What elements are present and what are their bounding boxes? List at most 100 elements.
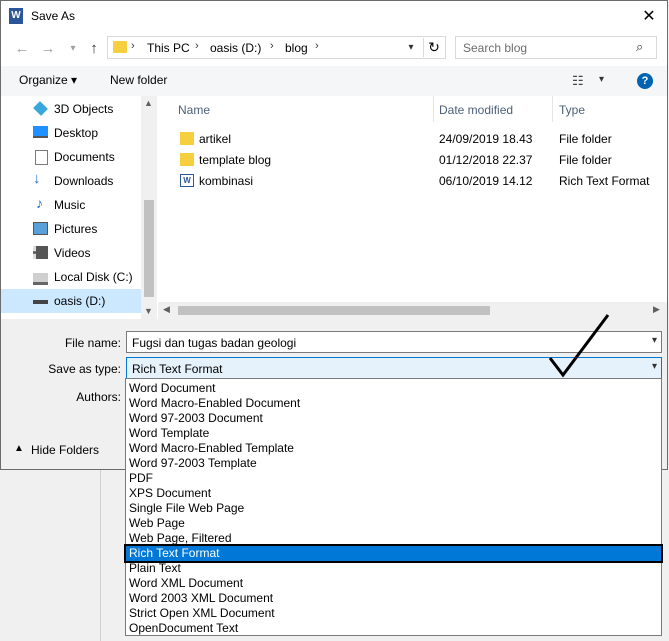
- desktop-icon: [33, 126, 48, 138]
- file-row[interactable]: W kombinasi 06/10/2019 14.12 Rich Text F…: [158, 170, 667, 191]
- scroll-right-icon[interactable]: ▶: [653, 304, 660, 315]
- sidebar-item-label: Documents: [54, 150, 115, 164]
- sidebar-item-label: Desktop: [54, 126, 99, 140]
- folder-icon: [113, 41, 127, 53]
- sidebar-item-label: Music: [54, 198, 86, 212]
- chevron-right-icon[interactable]: ›: [131, 40, 135, 52]
- chevron-down-icon[interactable]: ▾: [652, 335, 657, 346]
- file-row[interactable]: artikel 24/09/2019 18.43 File folder: [158, 128, 667, 149]
- chevron-right-icon[interactable]: ›: [315, 40, 319, 52]
- cube-icon: [33, 101, 48, 116]
- save-type-option-selected[interactable]: Rich Text Format: [124, 544, 663, 563]
- view-options-icon[interactable]: ☷: [572, 73, 584, 89]
- breadcrumb-blog[interactable]: blog: [285, 41, 308, 55]
- save-type-option[interactable]: Web Page: [126, 516, 661, 531]
- file-row[interactable]: template blog 01/12/2018 22.37 File fold…: [158, 149, 667, 170]
- word-doc-icon: W: [180, 174, 194, 187]
- sidebar-item-downloads[interactable]: ↓ Downloads: [1, 169, 141, 193]
- sidebar-item-label: Downloads: [54, 174, 114, 188]
- save-type-option[interactable]: OpenDocument Text: [126, 621, 661, 636]
- file-name: kombinasi: [199, 174, 254, 188]
- breadcrumb-this-pc[interactable]: This PC: [147, 41, 190, 55]
- file-type: Rich Text Format: [559, 174, 650, 188]
- save-type-value: Rich Text Format: [132, 362, 223, 376]
- scroll-down-icon[interactable]: ▼: [144, 306, 153, 316]
- scroll-up-icon[interactable]: ▲: [144, 98, 153, 108]
- save-type-option[interactable]: Web Page, Filtered: [126, 531, 661, 546]
- chevron-right-icon[interactable]: ›: [270, 40, 274, 52]
- background-divider: [100, 470, 101, 641]
- file-name-label: File name:: [64, 336, 121, 350]
- file-date: 06/10/2019 14.12: [439, 174, 533, 188]
- sidebar-item-label: oasis (D:): [54, 294, 106, 308]
- file-date: 01/12/2018 22.37: [439, 153, 533, 167]
- save-type-option[interactable]: XPS Document: [126, 486, 661, 501]
- search-icon[interactable]: ⌕: [636, 39, 643, 55]
- disk-icon: [33, 273, 48, 285]
- organize-button[interactable]: Organize ▾: [19, 73, 77, 87]
- save-type-label: Save as type:: [48, 362, 121, 376]
- sidebar-item-documents[interactable]: Documents: [1, 145, 141, 169]
- sidebar-item-3d-objects[interactable]: 3D Objects: [1, 97, 141, 121]
- search-placeholder: Search blog: [463, 41, 528, 55]
- address-bar[interactable]: › This PC › oasis (D:) › blog › ▾ ↻: [107, 36, 446, 59]
- dialog-title: Save As: [31, 9, 76, 23]
- authors-label: Authors:: [76, 390, 121, 404]
- file-list-scrollbar-thumb[interactable]: [178, 306, 490, 315]
- back-arrow-icon[interactable]: ←: [11, 39, 33, 59]
- save-type-option[interactable]: Plain Text: [126, 561, 661, 576]
- recent-locations-icon[interactable]: ▾: [62, 39, 84, 59]
- sidebar-item-pictures[interactable]: Pictures: [1, 217, 141, 241]
- documents-icon: [35, 150, 48, 165]
- file-name: template blog: [199, 153, 272, 167]
- save-type-option[interactable]: Word XML Document: [126, 576, 661, 591]
- sidebar-item-oasis[interactable]: oasis (D:): [1, 289, 141, 313]
- up-arrow-icon[interactable]: ↑: [83, 39, 105, 59]
- hide-folders-button[interactable]: Hide Folders: [31, 443, 99, 457]
- column-header-date[interactable]: Date modified: [439, 103, 513, 117]
- save-type-option[interactable]: Word Template: [126, 426, 661, 441]
- file-type: File folder: [559, 153, 612, 167]
- refresh-icon[interactable]: ↻: [423, 38, 444, 57]
- sidebar-item-desktop[interactable]: Desktop: [1, 121, 141, 145]
- toolbar: Organize ▾ New folder ☷ ▾: [1, 66, 667, 96]
- sidebar-item-music[interactable]: ♪ Music: [1, 193, 141, 217]
- sidebar-item-label: Pictures: [54, 222, 98, 236]
- sidebar-item-videos[interactable]: Videos: [1, 241, 141, 265]
- save-type-option[interactable]: Word Macro-Enabled Template: [126, 441, 661, 456]
- forward-arrow-icon[interactable]: →: [37, 39, 59, 59]
- file-name: artikel: [199, 132, 232, 146]
- search-input[interactable]: Search blog ⌕: [455, 36, 657, 59]
- chevron-up-icon[interactable]: ▲: [14, 443, 24, 454]
- chevron-right-icon[interactable]: ›: [195, 40, 199, 52]
- drive-icon: [33, 300, 48, 304]
- save-type-option[interactable]: Strict Open XML Document: [126, 606, 661, 621]
- help-icon[interactable]: ?: [637, 73, 653, 89]
- navigation-pane: 3D Objects Desktop Documents ↓ Downloads…: [1, 96, 141, 319]
- sidebar-item-label: Videos: [54, 246, 91, 260]
- column-header-name[interactable]: Name: [178, 103, 210, 117]
- save-type-option[interactable]: Word Document: [126, 381, 661, 396]
- scroll-left-icon[interactable]: ◀: [163, 304, 170, 315]
- save-type-option[interactable]: Word 97-2003 Document: [126, 411, 661, 426]
- save-type-option[interactable]: Word 2003 XML Document: [126, 591, 661, 606]
- save-type-option[interactable]: PDF: [126, 471, 661, 486]
- close-icon[interactable]: ✕: [631, 4, 667, 30]
- chevron-down-icon[interactable]: ▾: [652, 361, 657, 372]
- save-type-option[interactable]: Single File Web Page: [126, 501, 661, 516]
- address-dropdown-icon[interactable]: ▾: [401, 39, 421, 56]
- navigation-scrollbar-thumb[interactable]: [144, 200, 154, 297]
- save-type-dropdown: Word Document Word Macro-Enabled Documen…: [124, 378, 663, 636]
- new-folder-button[interactable]: New folder: [110, 73, 167, 87]
- column-header-type[interactable]: Type: [559, 103, 585, 117]
- chevron-down-icon[interactable]: ▾: [599, 74, 604, 85]
- breadcrumb-oasis[interactable]: oasis (D:): [210, 41, 261, 55]
- save-type-option[interactable]: Word Macro-Enabled Document: [126, 396, 661, 411]
- sidebar-item-local-disk[interactable]: Local Disk (C:): [1, 265, 141, 289]
- title-bar: W Save As ✕: [1, 1, 667, 31]
- folder-icon: [180, 132, 194, 145]
- column-divider[interactable]: [433, 96, 434, 122]
- column-divider[interactable]: [552, 96, 553, 122]
- file-name-value: Fugsi dan tugas badan geologi: [132, 336, 297, 350]
- save-type-option[interactable]: Word 97-2003 Template: [126, 456, 661, 471]
